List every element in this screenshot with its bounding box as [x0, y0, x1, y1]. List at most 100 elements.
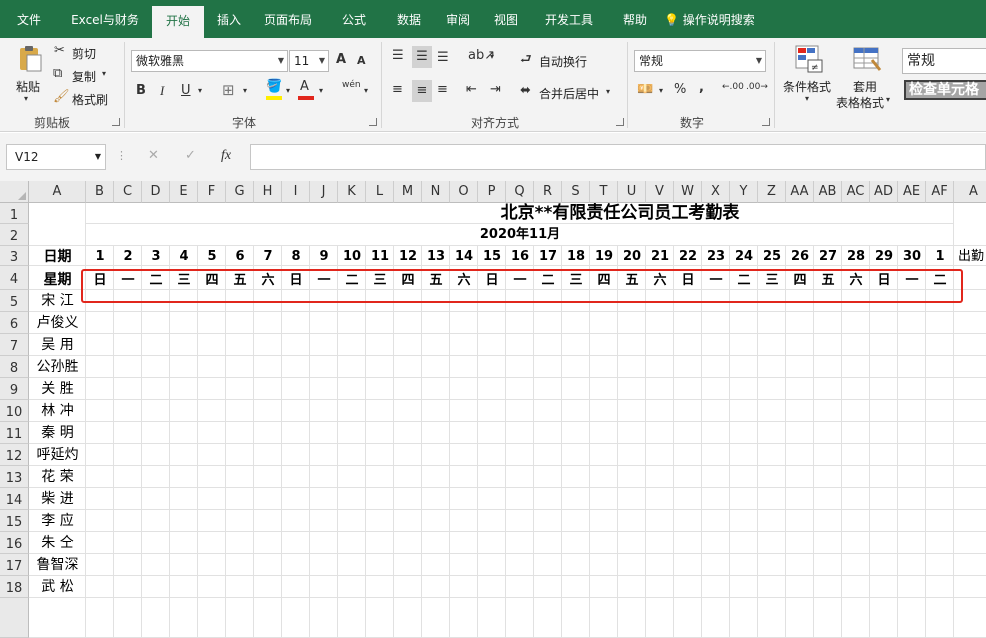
tab-4[interactable]: 页面布局	[252, 0, 324, 38]
copy-dropdown-icon[interactable]: ▾	[102, 69, 106, 78]
wrap-text-button[interactable]: 自动换行	[539, 53, 587, 70]
column-header[interactable]: U	[618, 181, 646, 203]
table-format-line1[interactable]: 套用	[853, 78, 877, 95]
phonetic-dropdown-icon[interactable]: ▾	[364, 86, 368, 95]
border-icon[interactable]: ⊞	[222, 81, 235, 99]
column-header[interactable]: Z	[758, 181, 786, 203]
tab-1[interactable]: Excel与财务	[58, 0, 152, 38]
row-header[interactable]: 3	[0, 246, 29, 266]
column-header[interactable]: V	[646, 181, 674, 203]
row-header[interactable]: 18	[0, 576, 29, 598]
tab-9[interactable]: 开发工具	[530, 0, 608, 38]
column-header[interactable]: S	[562, 181, 590, 203]
align-top-icon[interactable]: ☰	[392, 48, 404, 63]
select-all-corner[interactable]	[0, 181, 29, 203]
merge-center-button[interactable]: 合并后居中	[539, 85, 599, 102]
percent-button[interactable]: %	[674, 82, 686, 97]
column-header[interactable]: N	[422, 181, 450, 203]
currency-dropdown-icon[interactable]: ▾	[659, 86, 663, 95]
tab-6[interactable]: 数据	[386, 0, 432, 38]
increase-indent-icon[interactable]: ⇥	[490, 82, 501, 97]
row-header[interactable]: 17	[0, 554, 29, 576]
conditional-dropdown-icon[interactable]: ▾	[805, 94, 809, 103]
column-header[interactable]: W	[674, 181, 702, 203]
column-header[interactable]: AB	[814, 181, 842, 203]
row-header[interactable]: 6	[0, 312, 29, 334]
decrease-indent-icon[interactable]: ⇤	[466, 82, 477, 97]
column-header[interactable]: M	[394, 181, 422, 203]
conditional-format-button[interactable]: 条件格式	[783, 78, 831, 95]
column-header[interactable]: K	[338, 181, 366, 203]
row-header[interactable]: 10	[0, 400, 29, 422]
paste-dropdown-icon[interactable]: ▾	[24, 94, 28, 103]
border-dropdown-icon[interactable]: ▾	[243, 86, 247, 95]
row-header[interactable]: 7	[0, 334, 29, 356]
number-launcher-icon[interactable]	[762, 118, 770, 126]
column-header[interactable]: AA	[786, 181, 814, 203]
column-header[interactable]: AC	[842, 181, 870, 203]
table-format-line2[interactable]: 表格格式	[836, 94, 884, 111]
tab-11[interactable]: 💡 操作说明搜索	[664, 0, 804, 38]
align-center-icon[interactable]: ≡	[412, 80, 432, 102]
tab-0[interactable]: 文件	[0, 0, 58, 38]
alignment-launcher-icon[interactable]	[616, 118, 624, 126]
column-header[interactable]: E	[170, 181, 198, 203]
orientation-dropdown-icon[interactable]: ▾	[490, 52, 494, 61]
row-header[interactable]: 8	[0, 356, 29, 378]
tab-3[interactable]: 插入	[206, 0, 252, 38]
insert-function-icon[interactable]: fx	[221, 148, 231, 164]
font-color-icon[interactable]: A	[298, 79, 314, 100]
fill-dropdown-icon[interactable]: ▾	[286, 86, 290, 95]
column-header[interactable]: R	[534, 181, 562, 203]
font-color-dropdown-icon[interactable]: ▾	[319, 86, 323, 95]
column-header[interactable]: L	[366, 181, 394, 203]
tab-7[interactable]: 审阅	[434, 0, 482, 38]
row-header[interactable]: 14	[0, 488, 29, 510]
italic-button[interactable]: I	[160, 83, 164, 99]
column-header[interactable]: O	[450, 181, 478, 203]
column-header[interactable]: I	[282, 181, 310, 203]
row-header[interactable]: 1	[0, 203, 29, 224]
row-header[interactable]: 4	[0, 266, 29, 290]
column-header[interactable]: AD	[870, 181, 898, 203]
paste-icon[interactable]	[14, 44, 44, 74]
row-header[interactable]: 2	[0, 224, 29, 246]
column-header[interactable]: H	[254, 181, 282, 203]
row-header[interactable]: 12	[0, 444, 29, 466]
copy-button[interactable]: 复制	[72, 68, 96, 85]
fill-color-icon[interactable]: 🪣	[266, 79, 282, 100]
column-header[interactable]: D	[142, 181, 170, 203]
row-header[interactable]: 11	[0, 422, 29, 444]
format-painter-button[interactable]: 格式刷	[72, 91, 108, 108]
column-header[interactable]: G	[226, 181, 254, 203]
column-header[interactable]: B	[86, 181, 114, 203]
style-check-cell[interactable]: 检查单元格	[904, 80, 986, 100]
comma-button[interactable]: ,	[699, 80, 704, 95]
style-normal-cell[interactable]: 常规	[902, 48, 986, 74]
increase-decimal-icon[interactable]: ←.00	[722, 82, 744, 92]
column-header[interactable]: T	[590, 181, 618, 203]
name-box[interactable]: V12 ▼	[6, 144, 106, 170]
align-left-icon[interactable]: ≡	[392, 82, 403, 97]
phonetic-icon[interactable]: wén	[342, 80, 361, 90]
tab-10[interactable]: 帮助	[608, 0, 662, 38]
row-header[interactable]: 9	[0, 378, 29, 400]
tab-5[interactable]: 公式	[324, 0, 384, 38]
align-bottom-icon[interactable]: ☰	[437, 50, 449, 65]
column-header[interactable]: Y	[730, 181, 758, 203]
column-header[interactable]: AF	[926, 181, 954, 203]
row-header[interactable]	[0, 598, 29, 638]
clipboard-launcher-icon[interactable]	[112, 118, 120, 126]
row-header[interactable]: 16	[0, 532, 29, 554]
formula-input[interactable]	[250, 144, 986, 170]
column-header[interactable]: P	[478, 181, 506, 203]
column-header[interactable]: A	[29, 181, 86, 203]
align-middle-icon[interactable]: ☰	[412, 46, 432, 68]
tab-8[interactable]: 视图	[482, 0, 530, 38]
column-header[interactable]: J	[310, 181, 338, 203]
align-right-icon[interactable]: ≡	[437, 82, 448, 97]
merge-dropdown-icon[interactable]: ▾	[606, 87, 610, 96]
row-header[interactable]: 13	[0, 466, 29, 488]
font-launcher-icon[interactable]	[369, 118, 377, 126]
cancel-icon[interactable]: ✕	[148, 148, 159, 163]
